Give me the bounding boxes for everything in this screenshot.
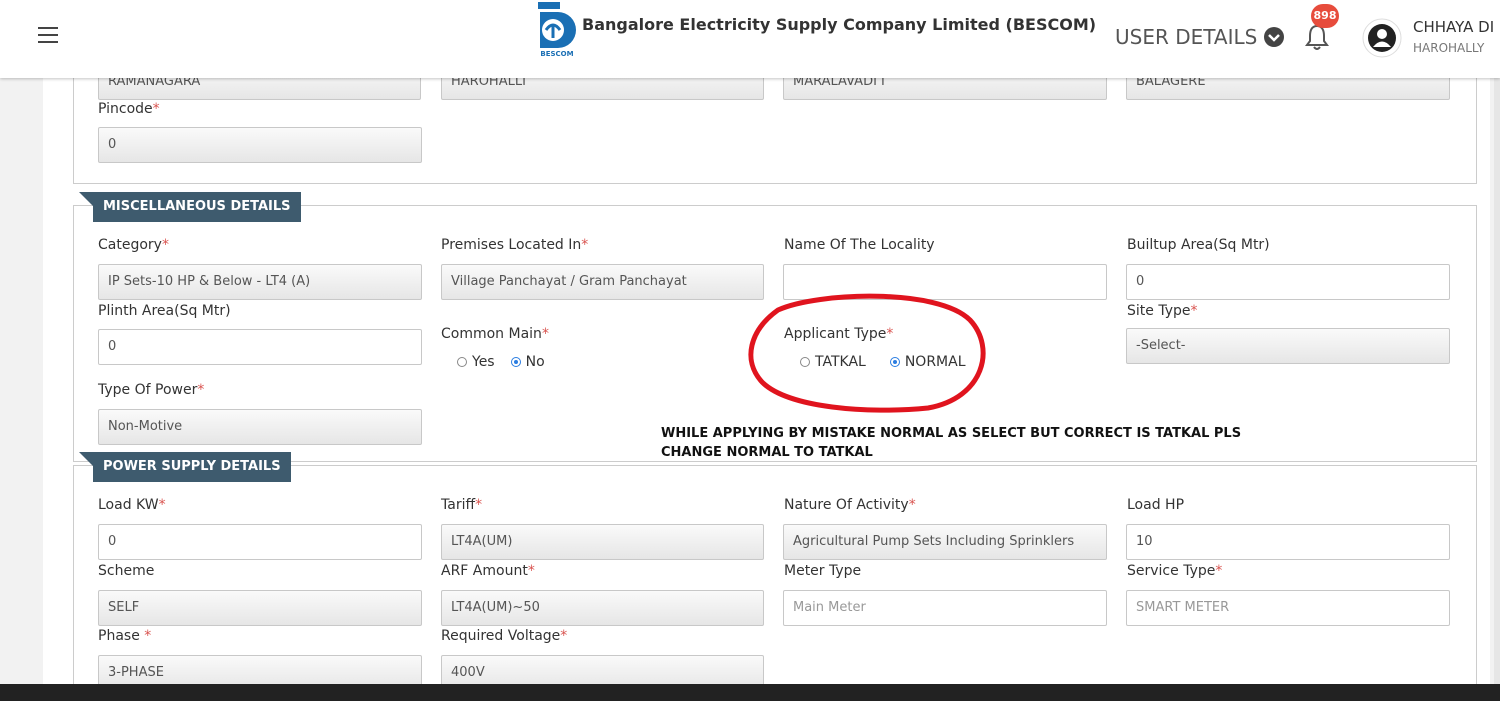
applicant-type-radio-group: TATKAL NORMAL	[800, 354, 982, 370]
load-hp-label: Load HP	[1127, 497, 1185, 513]
locality-label: Name Of The Locality	[784, 237, 935, 253]
load-kw-input[interactable]: 0	[98, 524, 422, 560]
tariff-field[interactable]: LT4A(UM)	[441, 524, 764, 560]
activity-label: Nature Of Activity*	[784, 497, 916, 513]
applicant-type-normal-radio[interactable]: NORMAL	[889, 354, 966, 370]
common-main-yes-radio[interactable]: Yes	[457, 354, 495, 370]
service-type-label: Service Type*	[1127, 563, 1223, 579]
svg-text:BESCOM: BESCOM	[540, 50, 573, 58]
voltage-label: Required Voltage*	[441, 628, 568, 644]
applicant-type-label: Applicant Type*	[784, 326, 894, 342]
premises-field[interactable]: Village Panchayat / Gram Panchayat	[441, 264, 764, 300]
notification-badge[interactable]: 898	[1311, 4, 1339, 28]
bottom-edge	[0, 684, 1500, 701]
plinth-label: Plinth Area(Sq Mtr)	[98, 303, 231, 319]
meter-type-label: Meter Type	[784, 563, 862, 579]
arf-field[interactable]: LT4A(UM)~50	[441, 590, 764, 626]
common-main-no-radio[interactable]: No	[510, 354, 545, 370]
applicant-type-tatkal-radio[interactable]: TATKAL	[800, 354, 866, 370]
user-avatar-icon[interactable]	[1362, 18, 1402, 58]
category-label: Category*	[98, 237, 169, 253]
meter-type-field[interactable]: Main Meter	[783, 590, 1107, 626]
user-details-label: USER DETAILS	[1115, 25, 1258, 49]
tariff-label: Tariff*	[441, 497, 483, 513]
site-type-label: Site Type*	[1127, 303, 1198, 319]
phase-label: Phase *	[98, 628, 152, 644]
power-type-field[interactable]: Non-Motive	[98, 409, 422, 445]
category-field[interactable]: IP Sets-10 HP & Below - LT4 (A)	[98, 264, 422, 300]
activity-field[interactable]: Agricultural Pump Sets Including Sprinkl…	[783, 524, 1107, 560]
service-type-field[interactable]: SMART METER	[1126, 590, 1450, 626]
arf-label: ARF Amount*	[441, 563, 535, 579]
power-supply-section-title: POWER SUPPLY DETAILS	[79, 452, 291, 482]
page-scrollbar[interactable]	[1494, 78, 1500, 684]
bescom-logo: BESCOM	[538, 2, 576, 58]
hamburger-menu-icon[interactable]	[38, 27, 58, 45]
pincode-label: Pincode*	[98, 101, 160, 117]
plinth-input[interactable]: 0	[98, 329, 422, 365]
scheme-label: Scheme	[98, 563, 155, 579]
app-title: Bangalore Electricity Supply Company Lim…	[582, 15, 1097, 34]
load-hp-input[interactable]: 10	[1126, 524, 1450, 560]
common-main-radio-group: Yes No	[457, 354, 561, 370]
top-header: BESCOM Bangalore Electricity Supply Comp…	[0, 0, 1500, 78]
user-location: HAROHALLY	[1413, 41, 1485, 55]
user-name: CHHAYA DI	[1413, 18, 1495, 36]
premises-label: Premises Located In*	[441, 237, 589, 253]
load-kw-label: Load KW*	[98, 497, 166, 513]
annotation-note: WHILE APPLYING BY MISTAKE NORMAL AS SELE…	[661, 426, 1242, 460]
user-details-dropdown[interactable]: USER DETAILS	[1115, 25, 1285, 49]
miscellaneous-section-title: MISCELLANEOUS DETAILS	[79, 192, 301, 222]
chevron-down-circle-icon	[1264, 27, 1285, 47]
locality-input[interactable]	[783, 264, 1107, 300]
builtup-input[interactable]: 0	[1126, 264, 1450, 300]
pincode-field[interactable]: 0	[98, 127, 422, 163]
builtup-label: Builtup Area(Sq Mtr)	[1127, 237, 1270, 253]
scheme-field[interactable]: SELF	[98, 590, 422, 626]
common-main-label: Common Main*	[441, 326, 549, 342]
power-type-label: Type Of Power*	[98, 382, 205, 398]
site-type-select[interactable]: -Select-	[1126, 328, 1450, 364]
